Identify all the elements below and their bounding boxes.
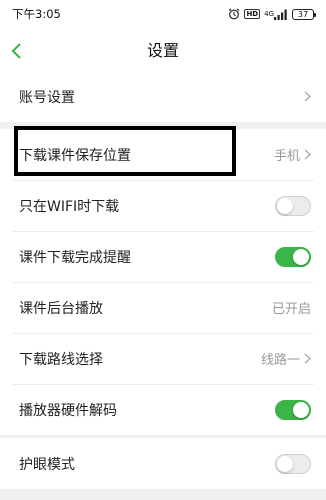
hardware-decode-row: 播放器硬件解码 — [0, 384, 326, 435]
background-play-row[interactable]: 课件后台播放 已开启 — [0, 282, 326, 333]
account-settings-right — [300, 91, 311, 102]
download-route-value-area: 线路一 — [261, 349, 311, 368]
alarm-icon — [228, 8, 240, 20]
eye-care-label: 护眼模式 — [19, 456, 75, 473]
battery-indicator: 37 — [292, 8, 316, 20]
eye-care-group: 护眼模式 — [0, 438, 326, 489]
chevron-right-icon — [304, 353, 311, 364]
save-location-value: 手机 — [273, 149, 300, 164]
wifi-only-row: 只在WIFI时下载 — [0, 180, 326, 231]
save-location-row[interactable]: 下载课件保存位置 手机 — [0, 129, 326, 180]
hd-badge: HD — [244, 9, 261, 19]
background-play-value: 已开启 — [271, 302, 311, 317]
download-route-row[interactable]: 下载路线选择 线路一 — [0, 333, 326, 384]
nav-bar: 设置 — [0, 28, 326, 74]
eye-care-toggle[interactable] — [275, 453, 311, 474]
eye-care-row: 护眼模式 — [0, 438, 326, 489]
download-route-value: 线路一 — [260, 353, 300, 368]
download-route-label: 下载路线选择 — [19, 351, 103, 368]
hardware-decode-toggle[interactable] — [275, 399, 311, 420]
download-settings-group: 下载课件保存位置 手机 只在WIFI时下载 课件下载完成提醒 课件后台播放 已开… — [0, 129, 326, 435]
wifi-only-label: 只在WIFI时下载 — [19, 198, 120, 215]
background-play-label: 课件后台播放 — [19, 300, 103, 317]
signal-icon: 4G — [264, 9, 288, 20]
save-location-value-area: 手机 — [274, 145, 311, 164]
download-complete-alert-row: 课件下载完成提醒 — [0, 231, 326, 282]
download-complete-alert-toggle[interactable] — [275, 246, 311, 267]
status-bar: 下午3:05 HD 4G 37 — [0, 0, 326, 28]
chevron-right-icon — [304, 149, 311, 160]
account-settings-row[interactable]: 账号设置 — [0, 71, 326, 122]
account-settings-label: 账号设置 — [19, 89, 75, 106]
hardware-decode-label: 播放器硬件解码 — [19, 402, 117, 419]
network-label: 4G — [264, 9, 274, 18]
toggle-knob — [277, 455, 293, 472]
save-location-label: 下载课件保存位置 — [19, 147, 131, 164]
status-icons: HD 4G 37 — [228, 8, 316, 20]
toggle-knob — [277, 197, 293, 214]
download-complete-alert-label: 课件下载完成提醒 — [19, 249, 131, 266]
page-title: 设置 — [146, 41, 179, 60]
wifi-only-toggle[interactable] — [275, 195, 311, 216]
account-group: 账号设置 — [0, 71, 326, 122]
status-time: 下午3:05 — [12, 7, 61, 21]
toggle-knob — [293, 248, 309, 265]
toggle-knob — [293, 401, 309, 418]
chevron-right-icon — [304, 91, 311, 102]
